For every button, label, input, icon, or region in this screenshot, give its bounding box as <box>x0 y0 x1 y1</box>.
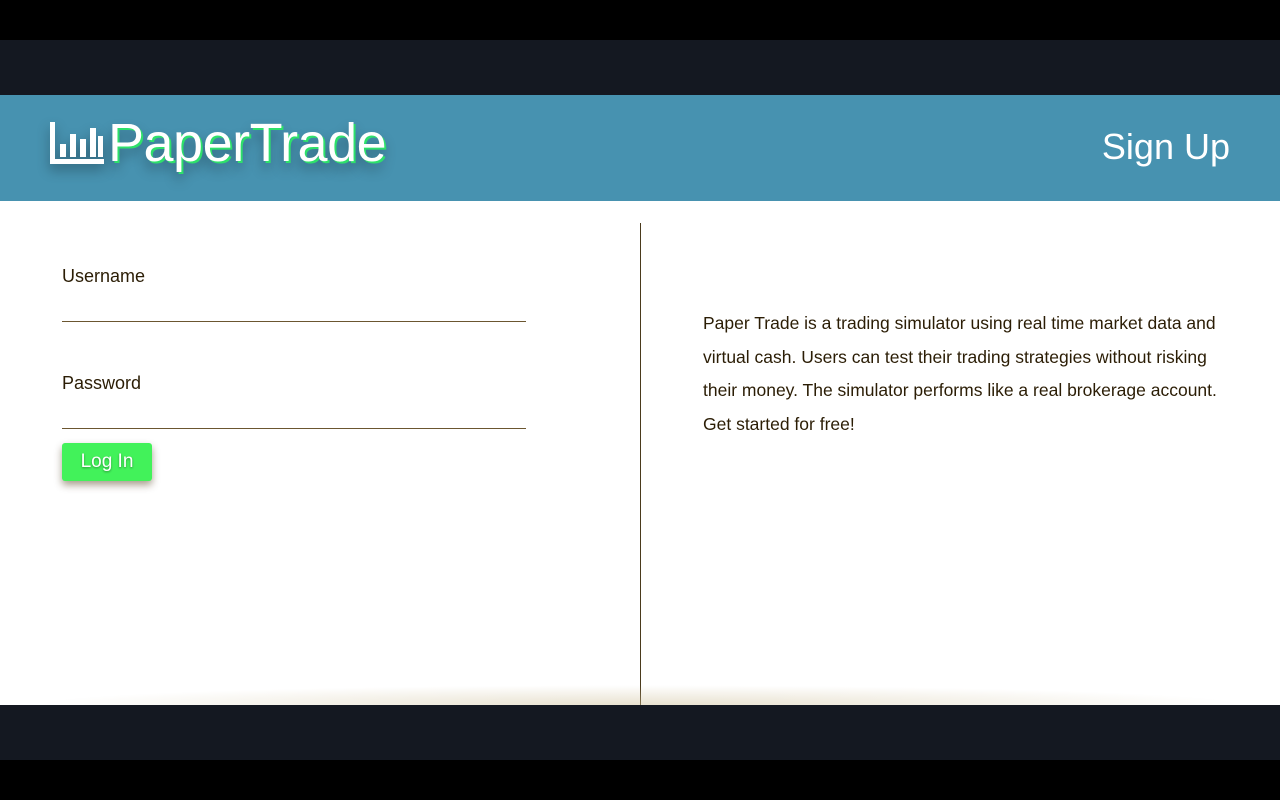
logo[interactable]: PaperTrade <box>48 113 387 173</box>
letterbox-bottom <box>0 760 1280 800</box>
letterbox-top <box>0 0 1280 40</box>
about-description: Paper Trade is a trading simulator using… <box>703 313 1217 435</box>
login-button[interactable]: Log In <box>62 443 152 481</box>
vertical-divider <box>640 223 641 705</box>
header-bar: PaperTrade Sign Up <box>0 95 1280 201</box>
logo-text: PaperTrade <box>108 113 387 173</box>
screen: PaperTrade Sign Up Username Password Log… <box>0 0 1280 800</box>
username-input[interactable] <box>62 291 526 322</box>
login-form: Username Password Log In <box>62 265 526 481</box>
bottom-shadow <box>30 685 1250 705</box>
password-input[interactable] <box>62 398 526 429</box>
main-content: Username Password Log In Paper Trade is … <box>0 201 1280 705</box>
password-label: Password <box>62 373 142 393</box>
username-label: Username <box>62 266 146 286</box>
app-container: PaperTrade Sign Up Username Password Log… <box>0 95 1280 705</box>
bar-chart-icon <box>50 122 104 164</box>
signup-link[interactable]: Sign Up <box>1102 125 1230 169</box>
